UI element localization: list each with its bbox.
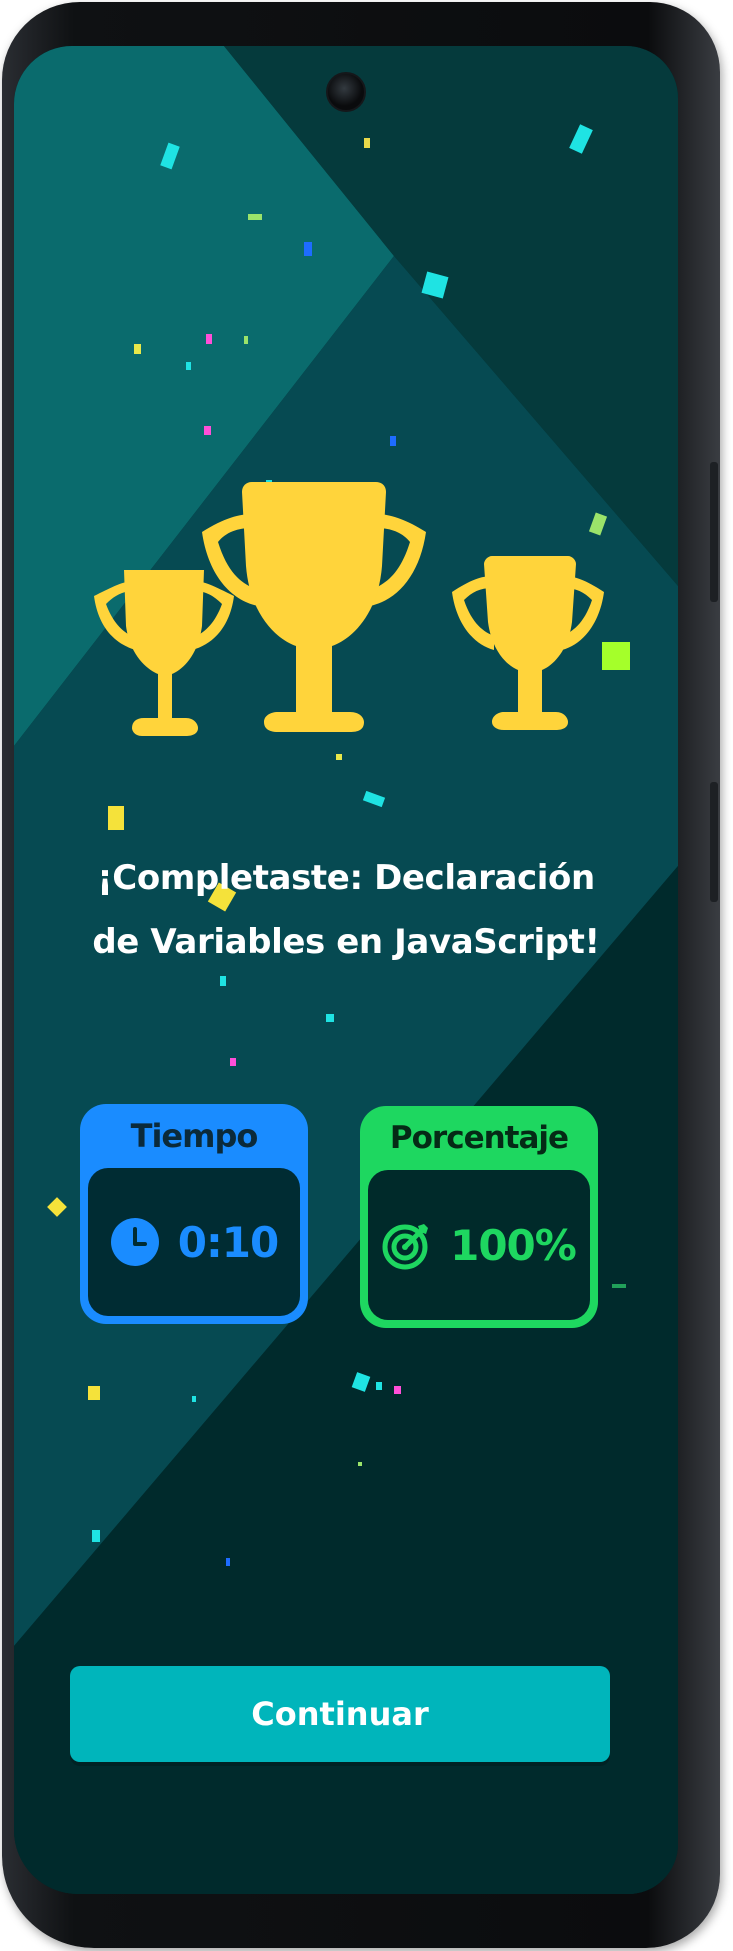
time-stat-value: 0:10	[177, 1217, 279, 1267]
time-stat-label: Tiempo	[130, 1117, 259, 1155]
trophies-graphic	[94, 482, 604, 736]
app-screen: ¡Completaste: Declaración de Variables e…	[14, 46, 678, 1894]
trophy-center-icon	[202, 482, 426, 732]
percentage-stat-label: Porcentaje	[389, 1120, 569, 1156]
continue-button[interactable]: Continuar	[70, 1666, 610, 1762]
completion-title-line2: de Variables en JavaScript!	[92, 922, 600, 962]
time-stat-card: Tiempo 0:10	[80, 1104, 308, 1324]
clock-icon	[110, 1218, 159, 1266]
completion-title: ¡Completaste: Declaración de Variables e…	[44, 846, 648, 974]
percentage-stat-value: 100%	[450, 1220, 577, 1270]
percentage-stat-body: 100%	[368, 1170, 590, 1320]
front-camera	[326, 72, 366, 112]
target-icon	[382, 1224, 429, 1270]
volume-button	[710, 462, 718, 602]
phone-frame: ¡Completaste: Declaración de Variables e…	[2, 2, 720, 1948]
percentage-stat-card: Porcentaje 100%	[360, 1106, 598, 1328]
trophy-right-icon	[452, 556, 604, 730]
trophy-left-icon	[94, 570, 234, 736]
completion-title-line1: ¡Completaste: Declaración	[97, 858, 595, 898]
time-stat-body: 0:10	[88, 1168, 300, 1316]
power-button	[710, 782, 718, 902]
